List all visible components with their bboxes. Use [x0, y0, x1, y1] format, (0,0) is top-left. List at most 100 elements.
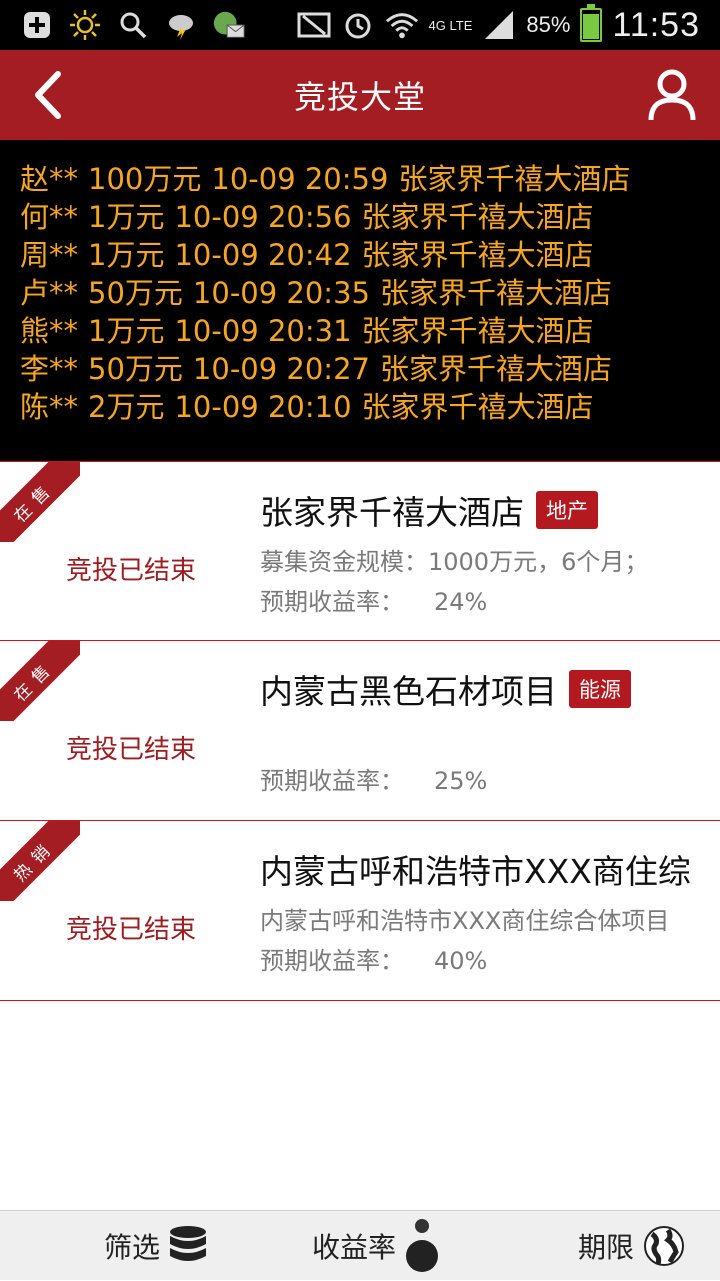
ticker-time: 10-09 20:10	[174, 390, 352, 424]
globe-icon	[644, 1225, 685, 1266]
ribbon-corner: 在售	[0, 462, 80, 542]
ticker-time: 10-09 20:35	[192, 276, 370, 310]
nfc-icon	[297, 8, 331, 42]
ticker-time: 10-09 20:56	[174, 200, 352, 234]
ticker-time: 10-09 20:27	[192, 352, 370, 386]
ticker-project: 张家界千禧大酒店	[379, 352, 612, 386]
ticker-amount: 2万元	[88, 390, 165, 424]
ticker-amount: 1万元	[88, 314, 165, 348]
battery-icon	[580, 4, 603, 42]
category-tag: 地产	[536, 491, 598, 529]
user-button[interactable]	[642, 64, 702, 126]
ticker-name: 李**	[20, 352, 79, 386]
project-list: 在售 竞投已结束 张家界千禧大酒店 地产 募集资金规模：1000万元，6个月； 预期收益率…	[0, 461, 720, 1001]
ticker-row: 卢** 50万元 10-09 20:35 张家界千禧大酒店	[20, 274, 720, 312]
ticker-row: 周** 1万元 10-09 20:42 张家界千禧大酒店	[20, 236, 720, 274]
bid-status: 竞投已结束	[66, 735, 197, 765]
rate-value: 25%	[434, 767, 488, 795]
ticker-row: 陈** 2万元 10-09 20:10 张家界千禧大酒店	[20, 388, 720, 426]
project-title: 内蒙古呼和浩特市XXX商住综	[260, 852, 691, 891]
project-item[interactable]: 在售竞投已结束 张家界千禧大酒店 地产募集资金规模：1000万元，6个月； 预期收益率…	[0, 461, 720, 641]
rate-value: 24%	[434, 588, 488, 616]
project-item[interactable]: 在售竞投已结束 内蒙古黑色石材项目 能源预期收益率： 25%	[0, 641, 720, 821]
project-item[interactable]: 热销 竞投已结束 内蒙古呼和浩特市XXX商住综 内蒙古呼和浩特市XXX商住综合体项目预…	[0, 821, 720, 1001]
sale-ribbon: 热销	[0, 821, 80, 901]
bid-ticker: 赵** 100万元 10-09 20:59 张家界千禧大酒店 何** 1万元 10-09 2…	[0, 140, 720, 461]
signal-icon	[482, 8, 516, 42]
ribbon-corner: 在售	[0, 641, 80, 721]
ticker-amount: 100万元	[88, 162, 202, 196]
ticker-amount: 1万元	[88, 238, 165, 272]
network-type: 4G LTE	[428, 17, 473, 33]
ticker-name: 卢**	[20, 276, 79, 310]
bid-status: 竞投已结束	[66, 556, 197, 586]
add-icon	[20, 8, 54, 42]
title-row: 内蒙古黑色石材项目 能源	[260, 665, 720, 713]
ribbon-corner: 热销	[0, 821, 80, 901]
ticker-name: 赵**	[20, 162, 79, 196]
expected-rate: 预期收益率： 25%	[260, 761, 720, 796]
database-icon	[170, 1225, 207, 1261]
tab-term[interactable]: 期限	[578, 1211, 686, 1281]
app-header: 竞投大堂	[0, 50, 720, 140]
tab-filter[interactable]: 筛选	[104, 1211, 208, 1281]
brightness-icon	[68, 8, 102, 42]
user-icon	[648, 69, 696, 121]
bid-status: 竞投已结束	[66, 915, 197, 945]
ticker-project: 张家界千禧大酒店	[361, 238, 594, 272]
ticker-name: 熊**	[20, 314, 79, 348]
ticker-project: 张家界千禧大酒店	[361, 314, 594, 348]
category-tag: 能源	[569, 670, 631, 708]
message-icon	[212, 8, 246, 42]
ticker-amount: 50万元	[88, 276, 183, 310]
ticker-name: 陈**	[20, 390, 79, 424]
alarm-icon	[341, 8, 375, 42]
bottom-bar: 筛选 收益率 期限	[0, 1210, 720, 1280]
expected-rate: 预期收益率： 24%	[260, 582, 720, 617]
ticker-row: 赵** 100万元 10-09 20:59 张家界千禧大酒店	[20, 160, 720, 198]
back-icon	[35, 71, 61, 119]
expected-rate: 预期收益率： 40%	[260, 941, 720, 976]
ticker-time: 10-09 20:59	[211, 162, 389, 196]
rate-label: 预期收益率：	[260, 588, 404, 616]
project-info: 内蒙古黑色石材项目 能源预期收益率： 25%	[260, 665, 720, 796]
sale-ribbon: 在售	[0, 462, 80, 542]
title-row: 张家界千禧大酒店 地产	[260, 486, 720, 534]
rate-label: 预期收益率：	[260, 947, 404, 975]
ticker-amount: 1万元	[88, 200, 165, 234]
title-row: 内蒙古呼和浩特市XXX商住综	[260, 845, 720, 893]
project-desc: 内蒙古呼和浩特市XXX商住综合体项目	[260, 907, 670, 935]
project-title: 张家界千禧大酒店	[260, 493, 524, 532]
ticker-time: 10-09 20:31	[174, 314, 352, 348]
project-desc: 募集资金规模：1000万元，6个月；	[260, 548, 649, 576]
weather-icon	[164, 8, 198, 42]
ticker-project: 张家界千禧大酒店	[361, 200, 594, 234]
rate-value: 40%	[434, 947, 488, 975]
back-button[interactable]	[22, 68, 72, 122]
wifi-icon	[385, 8, 419, 42]
ticker-name: 周**	[20, 238, 79, 272]
ticker-project: 张家界千禧大酒店	[361, 390, 594, 424]
rate-label: 预期收益率：	[260, 767, 404, 795]
page-title: 竞投大堂	[293, 78, 426, 116]
tab-rate[interactable]: 收益率	[312, 1211, 440, 1281]
search-icon	[116, 8, 150, 42]
ticker-project: 张家界千禧大酒店	[398, 162, 631, 196]
ticker-row: 熊** 1万元 10-09 20:31 张家界千禧大酒店	[20, 312, 720, 350]
tab-term-label: 期限	[578, 1230, 635, 1264]
ball-icon	[406, 1218, 439, 1272]
project-desc	[260, 721, 720, 755]
tab-filter-label: 筛选	[104, 1230, 161, 1264]
ticker-project: 张家界千禧大酒店	[379, 276, 612, 310]
ticker-amount: 50万元	[88, 352, 183, 386]
status-bar: 4G LTE 85% 11:53	[0, 0, 720, 50]
clock: 11:53	[612, 5, 700, 44]
ticker-row: 李** 50万元 10-09 20:27 张家界千禧大酒店	[20, 350, 720, 388]
project-info: 张家界千禧大酒店 地产募集资金规模：1000万元，6个月； 预期收益率： 24%	[260, 486, 720, 617]
project-title: 内蒙古黑色石材项目	[260, 672, 557, 711]
sale-ribbon: 在售	[0, 641, 80, 721]
project-info: 内蒙古呼和浩特市XXX商住综内蒙古呼和浩特市XXX商住综合体项目 预期收益率： 40…	[260, 845, 720, 976]
ticker-row: 何** 1万元 10-09 20:56 张家界千禧大酒店	[20, 198, 720, 236]
tab-rate-label: 收益率	[312, 1230, 397, 1264]
ticker-time: 10-09 20:42	[174, 238, 352, 272]
